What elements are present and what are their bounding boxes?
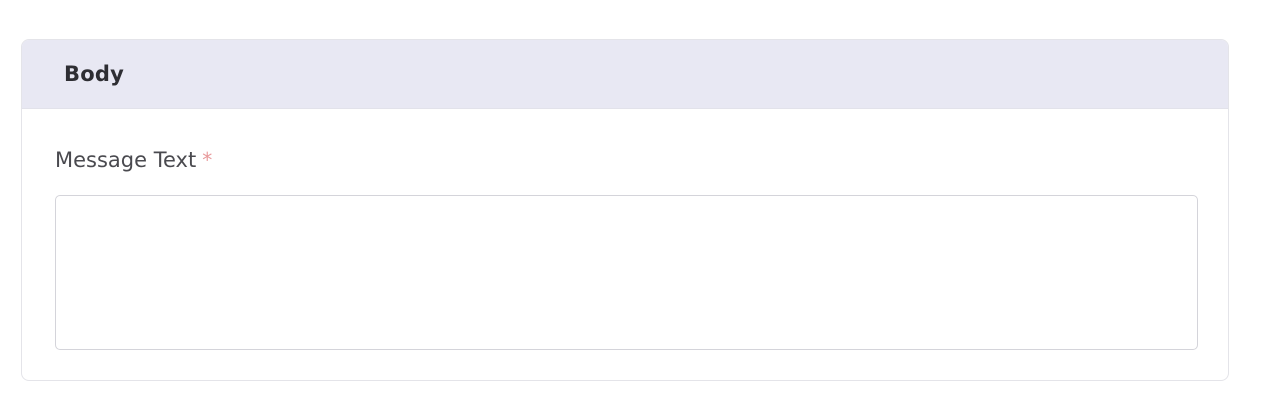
panel-header: Body (22, 40, 1228, 109)
body-panel: Body Message Text * (21, 39, 1229, 381)
message-text-input[interactable] (55, 195, 1198, 350)
required-asterisk: * (202, 148, 213, 172)
message-text-label-text: Message Text (55, 148, 197, 172)
message-text-label: Message Text * (55, 148, 212, 172)
panel-body: Message Text * (22, 109, 1228, 380)
panel-title: Body (64, 62, 124, 86)
